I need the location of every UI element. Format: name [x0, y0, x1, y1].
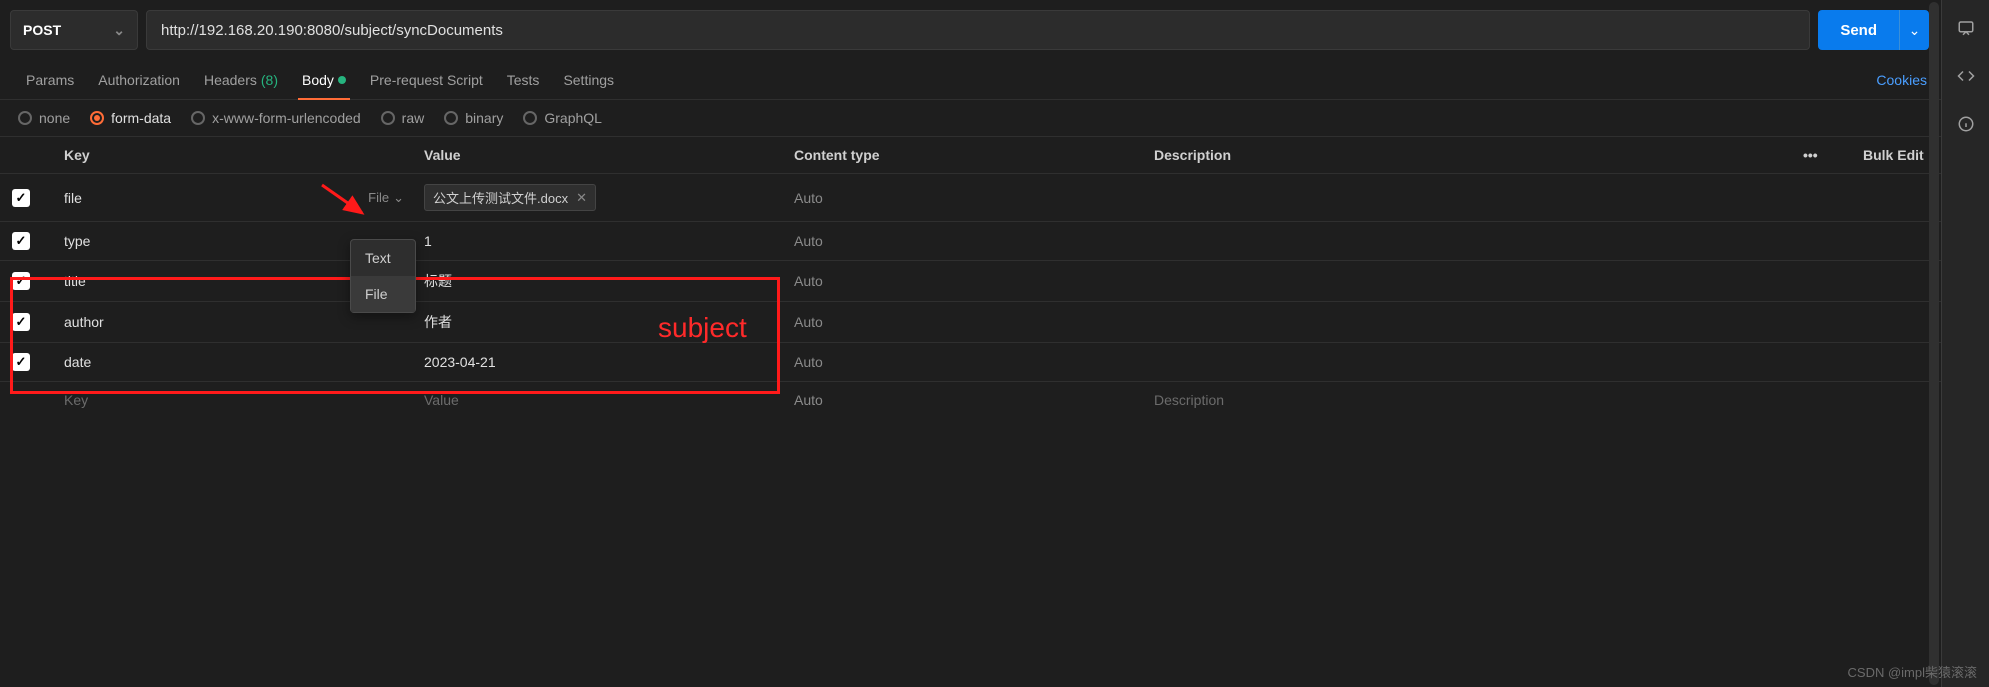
radio-urlencoded[interactable]: x-www-form-urlencoded [191, 110, 361, 126]
row-checkbox[interactable]: ✓ [12, 189, 30, 207]
content-type-input[interactable]: Auto [794, 190, 823, 206]
chevron-down-icon: ⌄ [393, 190, 404, 206]
url-text: http://192.168.20.190:8080/subject/syncD… [161, 22, 503, 39]
col-header-value: Value [412, 137, 782, 174]
tab-label: Params [26, 72, 74, 88]
scrollbar[interactable] [1929, 2, 1939, 685]
key-type-select[interactable]: File ⌄ [368, 190, 404, 206]
tab-label: Settings [563, 72, 614, 88]
radio-label: none [39, 110, 70, 126]
value-input[interactable]: 标题 [424, 273, 452, 289]
row-checkbox[interactable]: ✓ [12, 353, 30, 371]
key-type-label: File [368, 190, 389, 205]
tab-tests[interactable]: Tests [495, 60, 552, 99]
modified-dot-icon [338, 76, 346, 84]
tab-prerequest[interactable]: Pre-request Script [358, 60, 495, 99]
radio-label: GraphQL [544, 110, 602, 126]
form-data-table: Key Value Content type Description ••• B… [0, 136, 1941, 418]
key-type-dropdown: Text File [350, 239, 416, 313]
comments-icon[interactable] [1956, 18, 1976, 38]
tab-label: Body [302, 72, 334, 88]
send-button-group: Send ⌄ [1818, 10, 1929, 50]
send-dropdown-toggle[interactable]: ⌄ [1899, 10, 1929, 50]
value-input[interactable]: 2023-04-21 [424, 354, 496, 370]
row-checkbox[interactable]: ✓ [12, 232, 30, 250]
content-type-input[interactable]: Auto [794, 273, 823, 289]
radio-label: binary [465, 110, 503, 126]
radio-form-data[interactable]: form-data [90, 110, 171, 126]
info-icon[interactable] [1956, 114, 1976, 134]
radio-icon [523, 111, 537, 125]
radio-icon [381, 111, 395, 125]
watermark: CSDN @impl柴猿滚滚 [1848, 662, 1977, 681]
request-bar: POST ⌄ http://192.168.20.190:8080/subjec… [0, 0, 1941, 60]
table-row: ✓ author 作者 Auto [0, 302, 1941, 343]
bulk-edit-link[interactable]: Bulk Edit [1851, 137, 1941, 174]
code-icon[interactable] [1956, 66, 1976, 86]
description-placeholder[interactable]: Description [1154, 392, 1224, 408]
radio-icon [191, 111, 205, 125]
right-sidebar [1941, 0, 1989, 687]
chevron-down-icon: ⌄ [1909, 22, 1921, 39]
send-button[interactable]: Send [1818, 10, 1899, 50]
radio-raw[interactable]: raw [381, 110, 425, 126]
radio-none[interactable]: none [18, 110, 70, 126]
cookies-link[interactable]: Cookies [1876, 72, 1927, 88]
tab-headers[interactable]: Headers (8) [192, 60, 290, 99]
radio-icon [18, 111, 32, 125]
content-type-placeholder[interactable]: Auto [794, 392, 823, 408]
tab-label: Authorization [98, 72, 180, 88]
content-type-input[interactable]: Auto [794, 233, 823, 249]
radio-label: raw [402, 110, 425, 126]
dropdown-item-text[interactable]: Text [351, 240, 415, 276]
col-more-actions[interactable]: ••• [1791, 137, 1851, 174]
chevron-down-icon: ⌄ [113, 22, 125, 39]
value-input-placeholder[interactable]: Value [424, 392, 459, 408]
close-icon[interactable]: ✕ [576, 190, 587, 206]
content-type-input[interactable]: Auto [794, 354, 823, 370]
table-row: ✓ date 2023-04-21 Auto [0, 343, 1941, 382]
file-name: 公文上传测试文件.docx [433, 188, 568, 207]
key-input[interactable]: type [64, 233, 90, 249]
radio-label: x-www-form-urlencoded [212, 110, 361, 126]
file-chip[interactable]: 公文上传测试文件.docx ✕ [424, 184, 596, 211]
radio-icon [444, 111, 458, 125]
tab-settings[interactable]: Settings [551, 60, 626, 99]
content-type-input[interactable]: Auto [794, 314, 823, 330]
request-tabs: Params Authorization Headers (8) Body Pr… [0, 60, 1941, 100]
col-header-key: Key [52, 137, 412, 174]
row-checkbox[interactable]: ✓ [12, 313, 30, 331]
table-row: ✓ type 1 Auto [0, 222, 1941, 261]
radio-graphql[interactable]: GraphQL [523, 110, 602, 126]
http-method-label: POST [23, 22, 61, 38]
key-input[interactable]: author [64, 314, 104, 330]
key-input[interactable]: title [64, 273, 86, 289]
value-input[interactable]: 1 [424, 233, 432, 249]
table-row-new: Key Value Auto Description [0, 382, 1941, 419]
col-header-content-type: Content type [782, 137, 1142, 174]
key-input[interactable]: date [64, 354, 91, 370]
tab-authorization[interactable]: Authorization [86, 60, 192, 99]
annotation-label: subject [658, 312, 747, 344]
radio-label: form-data [111, 110, 171, 126]
dropdown-item-file[interactable]: File [351, 276, 415, 312]
key-input-placeholder[interactable]: Key [64, 392, 88, 408]
value-input[interactable]: 作者 [424, 314, 452, 330]
tab-params[interactable]: Params [14, 60, 86, 99]
tab-label: Headers [204, 72, 257, 88]
url-input[interactable]: http://192.168.20.190:8080/subject/syncD… [146, 10, 1810, 50]
key-input[interactable]: file [64, 190, 82, 206]
tab-label: Tests [507, 72, 540, 88]
row-checkbox[interactable]: ✓ [12, 272, 30, 290]
table-row: ✓ title 标题 Auto [0, 261, 1941, 302]
http-method-select[interactable]: POST ⌄ [10, 10, 138, 50]
body-type-radios: none form-data x-www-form-urlencoded raw… [0, 100, 1941, 136]
tab-count: (8) [261, 72, 278, 88]
tab-body[interactable]: Body [290, 60, 358, 99]
table-row: ✓ file File ⌄ 公文上传测试文件.docx ✕ [0, 174, 1941, 222]
col-header-description: Description [1142, 137, 1791, 174]
radio-icon [90, 111, 104, 125]
radio-binary[interactable]: binary [444, 110, 503, 126]
tab-label: Pre-request Script [370, 72, 483, 88]
